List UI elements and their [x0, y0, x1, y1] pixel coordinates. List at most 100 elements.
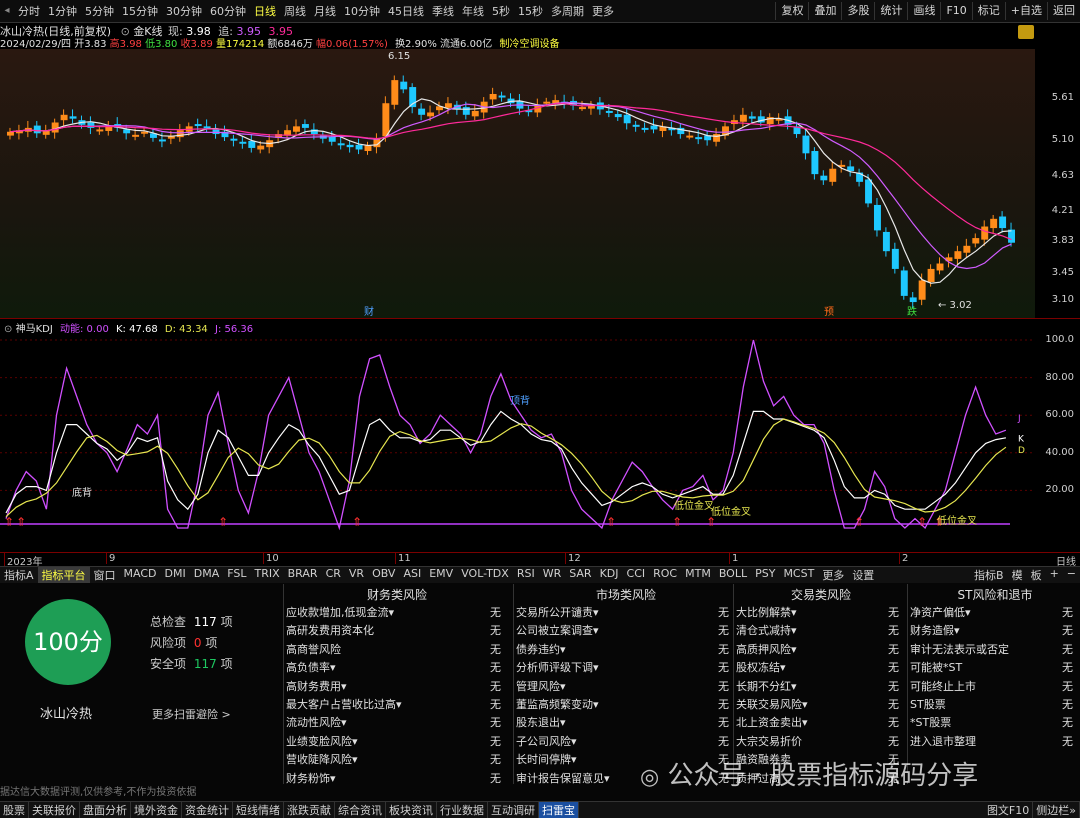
chevron-left-icon[interactable]: ◂	[0, 4, 14, 18]
risk-item[interactable]: *ST股票	[910, 714, 951, 730]
risk-item[interactable]: 可能被*ST	[910, 659, 962, 675]
period-tab[interactable]: 60分钟	[206, 3, 250, 19]
risk-item[interactable]: 大比例解禁▾	[736, 604, 797, 620]
indicator-tab[interactable]: DMA	[190, 567, 224, 583]
period-tab[interactable]: 15分钟	[118, 3, 162, 19]
period-tab[interactable]: 更多	[588, 3, 618, 19]
risk-item[interactable]: 长时间停牌▾	[516, 751, 577, 767]
period-tab[interactable]: 30分钟	[162, 3, 206, 19]
risk-item[interactable]: 财务造假▾	[910, 622, 960, 638]
indicator-tab-right[interactable]: +	[1046, 567, 1063, 583]
indicator-tab[interactable]: 指标平台	[37, 567, 90, 583]
bottom-right-button[interactable]: 图文F10	[984, 802, 1034, 818]
risk-item[interactable]: 净资产偏低▾	[910, 604, 971, 620]
risk-item[interactable]: 高负债率▾	[286, 659, 336, 675]
indicator-tab[interactable]: OBV	[368, 567, 399, 583]
bottom-tab[interactable]: 资金统计	[182, 802, 233, 818]
bottom-tab[interactable]: 扫雷宝	[539, 802, 579, 818]
risk-item[interactable]: 公司被立案调查▾	[516, 622, 599, 638]
risk-item[interactable]: 高质押风险▾	[736, 641, 797, 657]
indicator-tab[interactable]: CR	[322, 567, 345, 583]
period-tab[interactable]: 1分钟	[44, 3, 81, 19]
risk-item[interactable]: 交易所公开谴责▾	[516, 604, 599, 620]
indicator-tab[interactable]: 指标A	[0, 567, 38, 583]
indicator-tab-right[interactable]: 指标B	[970, 567, 1008, 583]
bottom-tab[interactable]: 行业数据	[437, 802, 488, 818]
risk-item[interactable]: 分析师评级下调▾	[516, 659, 599, 675]
indicator-tab-right[interactable]: −	[1063, 567, 1080, 583]
risk-item[interactable]: 审计报告保留意见▾	[516, 770, 610, 786]
risk-item[interactable]: 流动性风险▾	[286, 714, 347, 730]
indicator-tab[interactable]: 更多	[818, 567, 848, 583]
indicator-tab-right[interactable]: 模	[1008, 567, 1027, 583]
risk-item[interactable]: 子公司风险▾	[516, 733, 577, 749]
indicator-tab[interactable]: BOLL	[715, 567, 751, 583]
risk-item[interactable]: 债券违约▾	[516, 641, 566, 657]
toolbar-button[interactable]: 复权	[775, 2, 808, 20]
risk-item[interactable]: 清仓式减持▾	[736, 622, 797, 638]
indicator-tab[interactable]: BRAR	[284, 567, 322, 583]
indicator-tab[interactable]: SAR	[565, 567, 595, 583]
period-tab[interactable]: 周线	[280, 3, 310, 19]
settings-icon[interactable]	[1018, 25, 1034, 39]
risk-item[interactable]: 大宗交易折价	[736, 733, 802, 749]
risk-item[interactable]: 管理风险▾	[516, 678, 566, 694]
risk-item[interactable]: 审计无法表示或否定	[910, 641, 1009, 657]
risk-item[interactable]: 长期不分红▾	[736, 678, 797, 694]
indicator-tab-right[interactable]: 板	[1027, 567, 1046, 583]
risk-item[interactable]: 财务粉饰▾	[286, 770, 336, 786]
bottom-tab[interactable]: 短线情绪	[233, 802, 284, 818]
risk-item[interactable]: 高商誉风险	[286, 641, 341, 657]
indicator-tab[interactable]: WR	[539, 567, 566, 583]
period-tab[interactable]: 日线	[250, 3, 280, 19]
indicator-tab[interactable]: MTM	[681, 567, 715, 583]
period-tab[interactable]: 10分钟	[340, 3, 384, 19]
toolbar-button[interactable]: 标记	[971, 2, 1005, 20]
indicator-tab[interactable]: ROC	[649, 567, 681, 583]
period-tab[interactable]: 5分钟	[81, 3, 118, 19]
risk-item[interactable]: 最大客户占营收比过高▾	[286, 696, 402, 712]
indicator-tab[interactable]: MCST	[779, 567, 818, 583]
bottom-right-button[interactable]: 侧边栏»	[1033, 802, 1080, 818]
indicator-tab[interactable]: RSI	[513, 567, 539, 583]
period-tab[interactable]: 分时	[14, 3, 44, 19]
indicator-tab[interactable]: 设置	[848, 567, 878, 583]
indicator-tab[interactable]: MACD	[120, 567, 161, 583]
indicator-tab[interactable]: 窗口	[90, 567, 120, 583]
risk-item[interactable]: 应收款增加,低现金流▾	[286, 604, 394, 620]
indicator-tab[interactable]: EMV	[425, 567, 457, 583]
period-tab[interactable]: 45日线	[384, 3, 428, 19]
indicator-tab[interactable]: TRIX	[250, 567, 283, 583]
period-tab[interactable]: 多周期	[547, 3, 588, 19]
toolbar-button[interactable]: 统计	[874, 2, 907, 20]
bottom-tab[interactable]: 互动调研	[488, 802, 539, 818]
risk-item[interactable]: 股东退出▾	[516, 714, 566, 730]
bottom-tab[interactable]: 涨跌贡献	[284, 802, 335, 818]
risk-item[interactable]: 股权冻结▾	[736, 659, 786, 675]
risk-item[interactable]: ST股票	[910, 696, 946, 712]
bottom-tab[interactable]: 综合资讯	[335, 802, 386, 818]
toolbar-button[interactable]: 叠加	[808, 2, 841, 20]
toolbar-button[interactable]: +自选	[1004, 2, 1047, 20]
toolbar-button[interactable]: 返回	[1047, 2, 1080, 20]
indicator-tab[interactable]: FSL	[223, 567, 250, 583]
toolbar-button[interactable]: F10	[940, 2, 971, 20]
bottom-tab[interactable]: 盘面分析	[80, 802, 131, 818]
indicator-tab[interactable]: CCI	[623, 567, 650, 583]
indicator-tab[interactable]: KDJ	[596, 567, 623, 583]
more-scan-link[interactable]: 更多扫雷避险 >	[152, 706, 231, 722]
indicator-tab[interactable]: DMI	[161, 567, 190, 583]
period-tab[interactable]: 5秒	[488, 3, 514, 19]
risk-item[interactable]: 可能终止上市	[910, 678, 976, 694]
bottom-tab[interactable]: 关联报价	[29, 802, 80, 818]
indicator-tab[interactable]: ASI	[399, 567, 425, 583]
indicator-tab[interactable]: PSY	[751, 567, 779, 583]
risk-item[interactable]: 进入退市整理	[910, 733, 976, 749]
bottom-tab[interactable]: 股票	[0, 802, 29, 818]
risk-item[interactable]: 北上资金卖出▾	[736, 714, 808, 730]
bottom-tab[interactable]: 板块资讯	[386, 802, 437, 818]
period-tab[interactable]: 月线	[310, 3, 340, 19]
period-tab[interactable]: 年线	[458, 3, 488, 19]
risk-item[interactable]: 高研发费用资本化	[286, 622, 374, 638]
risk-item[interactable]: 业绩变脸风险▾	[286, 733, 358, 749]
